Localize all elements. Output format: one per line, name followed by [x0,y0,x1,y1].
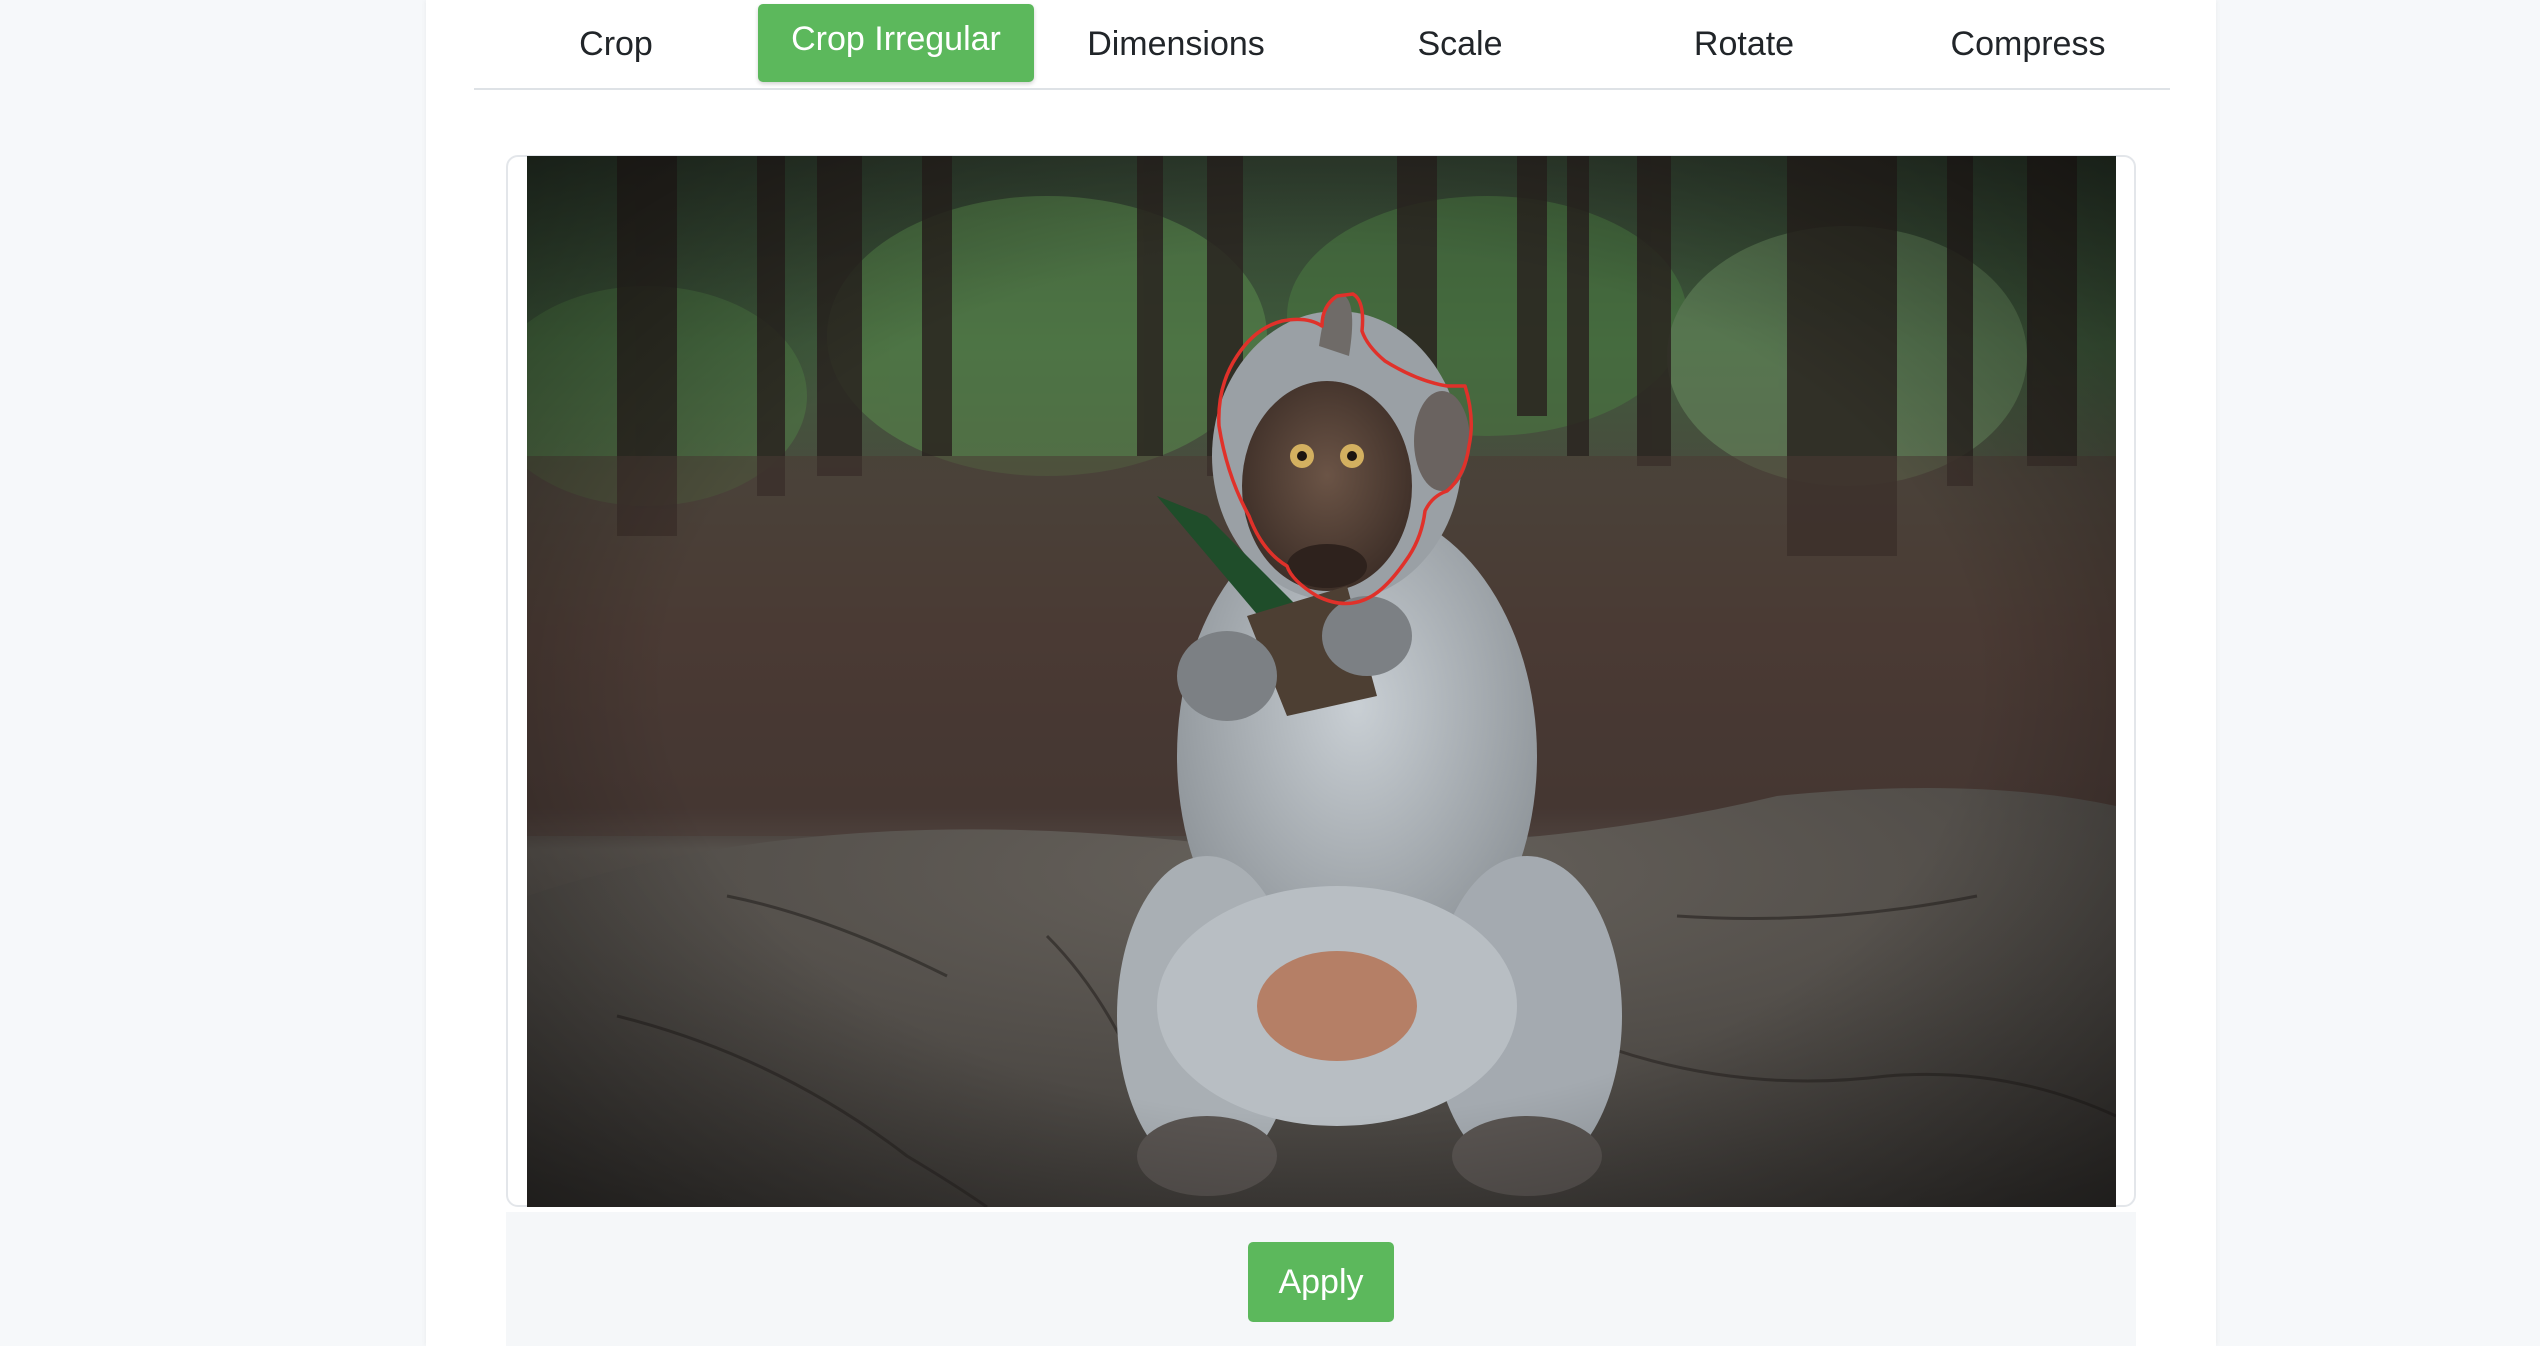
tab-label: Compress [1950,24,2106,63]
tab-compress[interactable]: Compress [1886,0,2170,88]
tab-dimensions[interactable]: Dimensions [1034,0,1318,88]
apply-button[interactable]: Apply [1248,1242,1394,1322]
tab-crop-irregular[interactable]: Crop Irregular [758,4,1034,82]
tab-crop[interactable]: Crop [474,0,758,88]
tab-rotate[interactable]: Rotate [1602,0,1886,88]
vignette [527,156,2116,1207]
tab-label: Rotate [1693,24,1795,63]
tab-scale[interactable]: Scale [1318,0,1602,88]
tab-label: Scale [1417,24,1503,63]
tab-label: Crop [579,24,653,63]
tab-label: Dimensions [1087,24,1265,63]
tool-tabs: Crop Crop Irregular Dimensions Scale Rot… [474,0,2170,90]
tab-label: Crop Irregular [791,19,1001,58]
image-canvas[interactable] [527,156,2116,1207]
